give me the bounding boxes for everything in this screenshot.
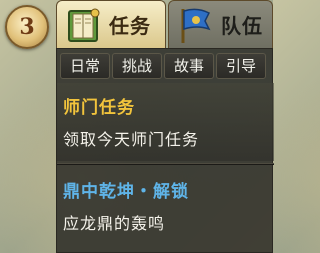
fold-toggle-button[interactable]: 3 — [5, 5, 49, 49]
quest-item[interactable]: 鼎中乾坤・解锁 应龙鼎的轰鸣 — [57, 167, 274, 253]
team-flag-icon — [181, 8, 211, 43]
quest-panel: 日常 挑战 故事 引导 师门任务 领取今天师门任务 鼎中乾坤・解锁 应龙鼎的轰鸣 — [56, 48, 274, 253]
subtab-daily[interactable]: 日常 — [60, 53, 110, 79]
spiral-arrow-icon: 3 — [19, 14, 35, 40]
tab-quest[interactable]: 任务 — [56, 0, 166, 48]
quest-category-tabs: 日常 挑战 故事 引导 — [57, 53, 274, 81]
tab-team-label: 队伍 — [221, 14, 263, 38]
quest-title: 鼎中乾坤・解锁 — [63, 182, 189, 202]
divider — [57, 163, 274, 165]
quest-description: 领取今天师门任务 — [63, 130, 200, 149]
quest-title: 师门任务 — [63, 98, 135, 118]
tab-team[interactable]: 队伍 — [168, 0, 273, 48]
subtab-story[interactable]: 故事 — [164, 53, 214, 79]
subtab-guide[interactable]: 引导 — [216, 53, 266, 79]
quest-book-icon — [68, 8, 100, 42]
quest-item[interactable]: 师门任务 领取今天师门任务 — [57, 83, 274, 161]
subtab-challenge[interactable]: 挑战 — [112, 53, 162, 79]
tab-quest-label: 任务 — [109, 14, 151, 38]
quest-description: 应龙鼎的轰鸣 — [63, 214, 166, 233]
